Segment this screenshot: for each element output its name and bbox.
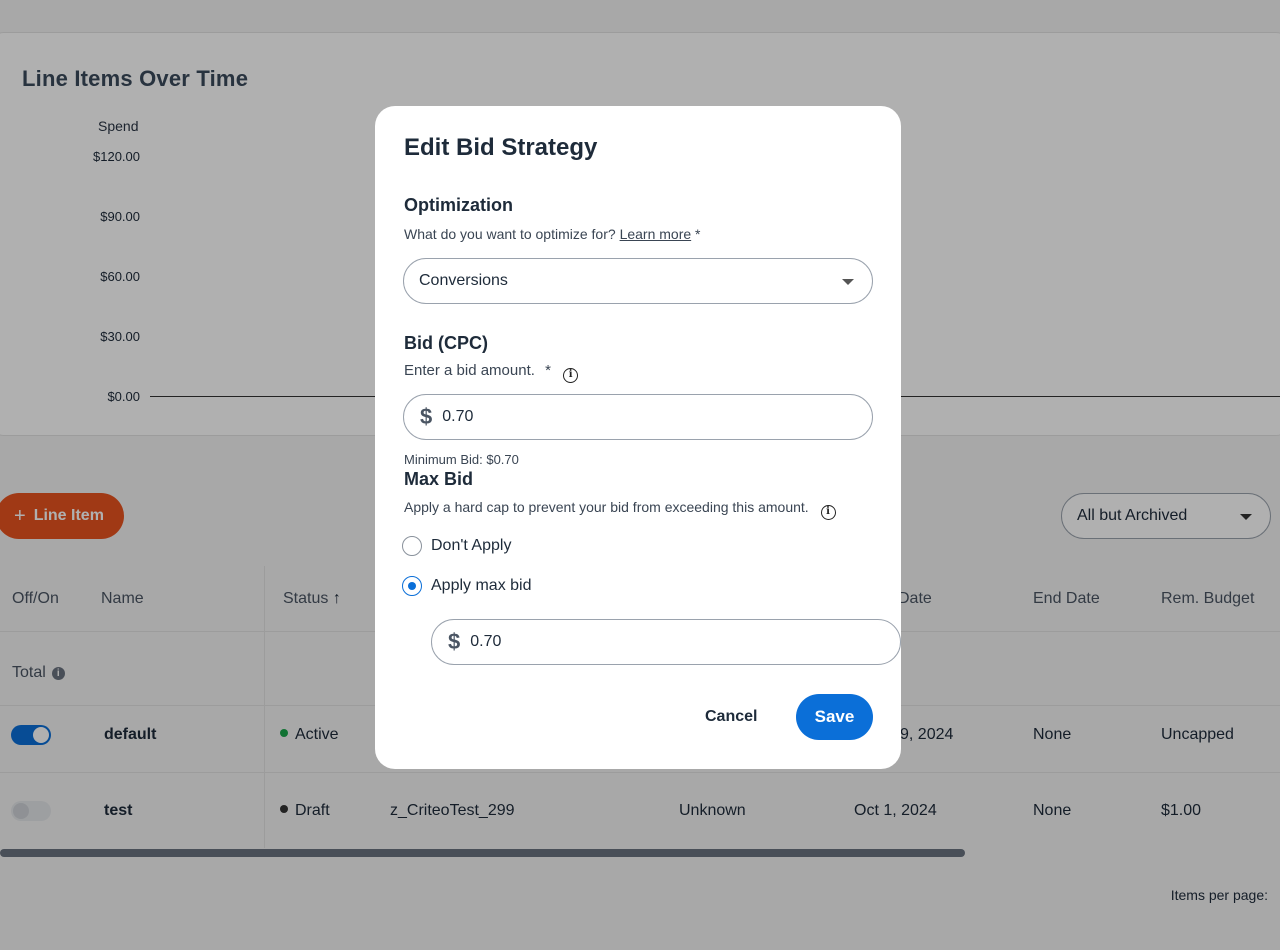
max-bid-amount-input[interactable]: $ 0.70 — [431, 619, 901, 665]
radio-dont-apply[interactable]: Don't Apply — [402, 536, 511, 556]
max-bid-description-text: Apply a hard cap to prevent your bid fro… — [404, 499, 809, 515]
radio-checked-icon[interactable] — [402, 576, 422, 596]
edit-bid-strategy-dialog: Edit Bid Strategy Optimization What do y… — [375, 106, 901, 769]
dollar-icon: $ — [420, 404, 433, 429]
radio-unchecked-icon[interactable] — [402, 536, 422, 556]
bid-heading: Bid (CPC) — [404, 333, 488, 353]
minimum-bid-hint: Minimum Bid: $0.70 — [404, 452, 519, 467]
bid-prompt: Enter a bid amount. * i — [404, 362, 579, 383]
max-bid-heading: Max Bid — [404, 469, 474, 489]
optimization-question-text: What do you want to optimize for? — [404, 226, 616, 242]
learn-more-link[interactable]: Learn more — [620, 226, 692, 242]
save-button[interactable]: Save — [796, 694, 873, 740]
bid-amount-value: 0.70 — [442, 408, 474, 425]
max-bid-amount-value: 0.70 — [470, 633, 502, 650]
info-icon[interactable]: i — [820, 505, 836, 520]
dollar-icon: $ — [448, 629, 461, 654]
optimization-select[interactable]: Conversions — [403, 258, 873, 304]
cancel-button[interactable]: Cancel — [705, 708, 757, 726]
info-icon[interactable]: i — [563, 368, 579, 383]
optimization-heading: Optimization — [404, 195, 513, 215]
bid-amount-input[interactable]: $ 0.70 — [403, 394, 873, 440]
caret-down-icon — [842, 279, 854, 285]
required-marker: * — [695, 226, 701, 242]
required-marker: * — [545, 362, 551, 379]
dialog-title: Edit Bid Strategy — [404, 134, 598, 161]
radio-apply-max-bid[interactable]: Apply max bid — [402, 576, 532, 596]
radio-dont-apply-label: Don't Apply — [431, 537, 512, 554]
radio-apply-max-bid-label: Apply max bid — [431, 577, 532, 594]
optimization-question: What do you want to optimize for? Learn … — [404, 226, 701, 242]
optimization-selected-value: Conversions — [419, 272, 508, 289]
bid-prompt-text: Enter a bid amount. — [404, 362, 535, 379]
max-bid-description: Apply a hard cap to prevent your bid fro… — [404, 499, 836, 520]
